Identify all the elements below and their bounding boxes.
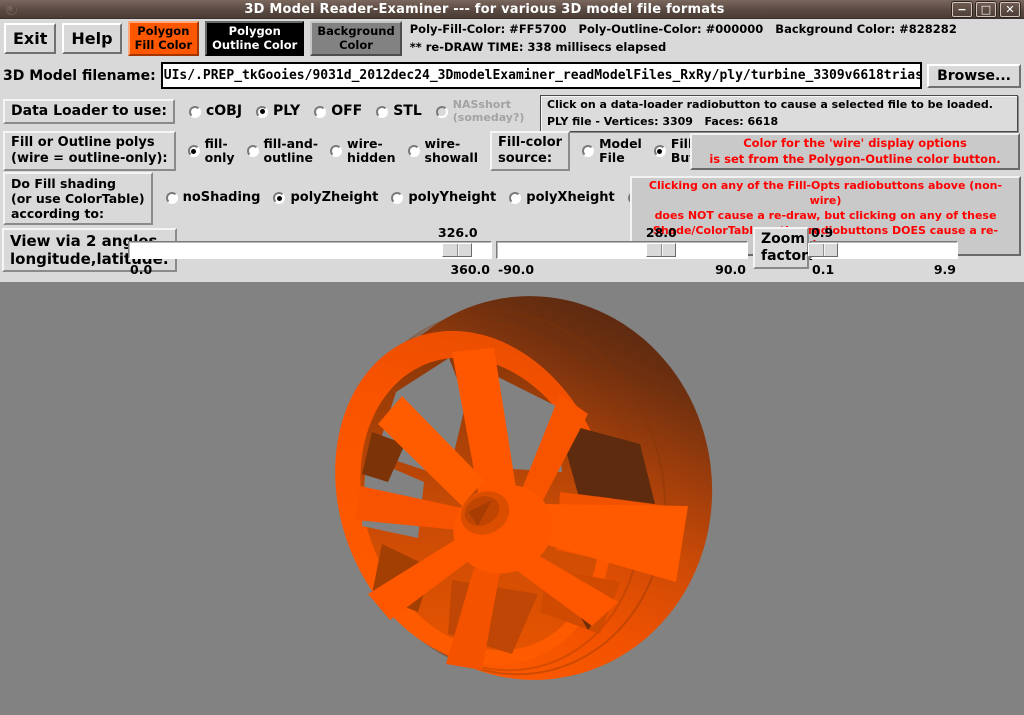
radio-circle-icon (189, 106, 201, 118)
radio-nasshort-disabled: NASshort (someday?) (436, 99, 525, 124)
longitude-value: 326.0 (438, 225, 478, 240)
radio-polyxheight[interactable]: polyXheight (509, 191, 615, 206)
radio-circle-icon (436, 106, 448, 118)
zoom-min: 0.1 (812, 262, 834, 277)
turbine-model (0, 282, 1024, 715)
radio-fill-and-outline[interactable]: fill-and- outline (247, 137, 319, 166)
window-title: 3D Model Reader-Examiner --- for various… (17, 2, 952, 17)
view-controls-row: View via 2 angles longitude,latitude: 32… (0, 224, 1024, 282)
radio-model-file[interactable]: Model File (582, 137, 642, 166)
polygon-fill-color-button[interactable]: Polygon Fill Color (128, 21, 200, 57)
radio-fill-only[interactable]: fill- only (188, 137, 235, 166)
radio-circle-icon (166, 192, 178, 204)
radio-circle-icon (654, 145, 666, 157)
latitude-handle[interactable] (646, 243, 676, 257)
data-loader-row: Data Loader to use: cOBJ PLY OFF STL NAS… (0, 93, 1024, 130)
radio-off[interactable]: OFF (314, 103, 362, 119)
minimize-button-icon[interactable]: − (952, 2, 972, 17)
zoom-factor-label: Zoom factor: (753, 227, 809, 269)
shading-row: Do Fill shading (or use ColorTable) acco… (0, 172, 1024, 224)
radio-wire-hidden[interactable]: wire- hidden (330, 137, 395, 166)
zoom-trough[interactable] (810, 241, 958, 259)
color-info-text: Poly-Fill-Color: #FF5700 Poly-Outline-Co… (410, 21, 957, 57)
longitude-trough[interactable] (128, 241, 492, 259)
exit-button[interactable]: Exit (4, 23, 56, 54)
radio-polyzheight[interactable]: polyZheight (273, 191, 378, 206)
radio-noshading[interactable]: noShading (166, 191, 261, 206)
longitude-max: 360.0 (450, 262, 490, 277)
radio-circle-icon (256, 106, 268, 118)
background-color-button[interactable]: Background Color (310, 21, 401, 57)
loader-info-box: Click on a data-loader radiobutton to ca… (540, 95, 1018, 132)
loader-info-line2: PLY file - Vertices: 3309 Faces: 6618 (547, 114, 1011, 131)
maximize-button-icon[interactable]: □ (976, 2, 996, 17)
radio-polyyheight[interactable]: polyYheight (391, 191, 496, 206)
help-button[interactable]: Help (62, 23, 121, 54)
zoom-max: 9.9 (934, 262, 956, 277)
radio-circle-icon (247, 145, 259, 157)
radio-circle-icon (391, 192, 403, 204)
filename-row: 3D Model filename: UIs/.PREP_tkGooies/90… (0, 58, 1024, 93)
title-bar: 3D Model Reader-Examiner --- for various… (0, 0, 1024, 19)
filename-input[interactable]: UIs/.PREP_tkGooies/9031d_2012dec24_3Dmod… (161, 62, 922, 89)
radio-circle-icon (273, 192, 285, 204)
fill-options-row: Fill or Outline polys (wire = outline-on… (0, 130, 1024, 172)
zoom-slider[interactable]: 0.9 0.1 9.9 (810, 225, 958, 279)
filename-value: UIs/.PREP_tkGooies/9031d_2012dec24_3Dmod… (164, 68, 922, 83)
zoom-value: 0.9 (811, 225, 833, 240)
latitude-max: 90.0 (715, 262, 746, 277)
zoom-handle[interactable] (808, 243, 838, 257)
filename-label: 3D Model filename: (3, 68, 156, 84)
radio-circle-icon (509, 192, 521, 204)
wire-color-note: Color for the 'wire' display options is … (690, 133, 1020, 170)
radio-circle-icon (376, 106, 388, 118)
fill-color-source-label: Fill-color source: (490, 131, 570, 170)
radio-circle-icon (188, 145, 200, 157)
latitude-value: 28.0 (646, 225, 677, 240)
radio-circle-icon (330, 145, 342, 157)
latitude-trough[interactable] (496, 241, 748, 259)
close-button-icon[interactable]: ✕ (1000, 2, 1020, 17)
longitude-min: 0.0 (130, 262, 152, 277)
radio-circle-icon (408, 145, 420, 157)
longitude-slider[interactable]: 326.0 0.0 360.0 (128, 225, 492, 279)
loader-info-line1: Click on a data-loader radiobutton to ca… (547, 97, 1011, 114)
radio-stl[interactable]: STL (376, 103, 422, 119)
latitude-slider[interactable]: 28.0 -90.0 90.0 (496, 225, 748, 279)
redraw-time-text: ** re-DRAW TIME: 338 millisecs elapsed (410, 39, 957, 57)
radio-circle-icon (582, 145, 594, 157)
radio-wire-showall[interactable]: wire- showall (408, 137, 478, 166)
latitude-min: -90.0 (498, 262, 534, 277)
longitude-handle[interactable] (442, 243, 472, 257)
radio-ply[interactable]: PLY (256, 103, 300, 119)
shading-label: Do Fill shading (or use ColorTable) acco… (3, 172, 153, 225)
model-canvas (0, 282, 1024, 715)
fill-options-label: Fill or Outline polys (wire = outline-on… (3, 131, 176, 170)
data-loader-label: Data Loader to use: (3, 99, 175, 124)
window-controls: − □ ✕ (952, 2, 1020, 17)
color-info-line1: Poly-Fill-Color: #FF5700 Poly-Outline-Co… (410, 21, 957, 39)
browse-button[interactable]: Browse... (927, 64, 1021, 88)
radio-circle-icon (314, 106, 326, 118)
window-icon (6, 4, 17, 15)
radio-cobj[interactable]: cOBJ (189, 103, 242, 119)
toolbar: Exit Help Polygon Fill Color Polygon Out… (0, 19, 1024, 58)
polygon-outline-color-button[interactable]: Polygon Outline Color (205, 21, 304, 57)
